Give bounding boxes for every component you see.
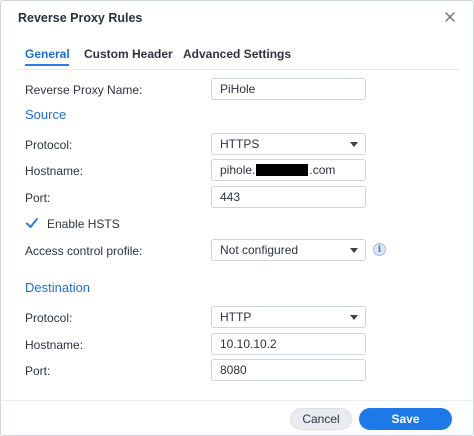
source-hostname-suffix: .com [309, 163, 336, 177]
access-control-select[interactable]: Not configured [211, 239, 366, 261]
source-hostname-label: Hostname: [25, 164, 84, 178]
tab-general[interactable]: General [25, 47, 70, 61]
info-icon[interactable]: i [373, 243, 386, 256]
source-hostname-input[interactable]: pihole. .com [211, 159, 366, 181]
enable-hsts-checkbox[interactable] [25, 216, 39, 230]
destination-hostname-label: Hostname: [25, 338, 84, 352]
tab-bar: General Custom Header Advanced Settings [1, 45, 473, 69]
destination-port-input[interactable]: 8080 [211, 359, 366, 381]
chevron-down-icon [350, 315, 358, 320]
proxy-name-label: Reverse Proxy Name: [25, 83, 143, 97]
source-heading: Source [25, 107, 67, 122]
destination-port-label: Port: [25, 364, 51, 378]
destination-hostname-input[interactable]: 10.10.10.2 [211, 333, 366, 355]
close-icon[interactable] [442, 9, 458, 25]
active-tab-indicator [25, 64, 69, 66]
source-port-label: Port: [25, 191, 51, 205]
check-icon [26, 218, 38, 228]
source-protocol-label: Protocol: [25, 138, 73, 152]
access-control-value: Not configured [220, 243, 299, 257]
source-hostname-prefix: pihole. [220, 163, 256, 177]
destination-protocol-label: Protocol: [25, 311, 73, 325]
save-button[interactable]: Save [359, 408, 452, 430]
tab-divider [17, 69, 459, 70]
tab-advanced-settings[interactable]: Advanced Settings [183, 47, 291, 61]
dialog-title: Reverse Proxy Rules [18, 11, 143, 25]
footer-divider [1, 400, 473, 401]
tab-custom-header[interactable]: Custom Header [84, 47, 173, 61]
enable-hsts-label[interactable]: Enable HSTS [47, 217, 120, 231]
chevron-down-icon [350, 142, 358, 147]
destination-heading: Destination [25, 280, 91, 295]
source-protocol-select[interactable]: HTTPS [211, 133, 366, 155]
source-protocol-value: HTTPS [220, 137, 260, 151]
destination-protocol-select[interactable]: HTTP [211, 306, 366, 328]
dialog-titlebar: Reverse Proxy Rules [1, 1, 473, 35]
cancel-button[interactable]: Cancel [290, 408, 352, 430]
chevron-down-icon [350, 248, 358, 253]
redaction-block [256, 164, 309, 176]
access-control-label: Access control profile: [25, 244, 143, 258]
reverse-proxy-dialog: Reverse Proxy Rules General Custom Heade… [0, 0, 474, 436]
proxy-name-input[interactable]: PiHole [211, 78, 366, 100]
destination-protocol-value: HTTP [220, 310, 252, 324]
source-port-input[interactable]: 443 [211, 186, 366, 208]
